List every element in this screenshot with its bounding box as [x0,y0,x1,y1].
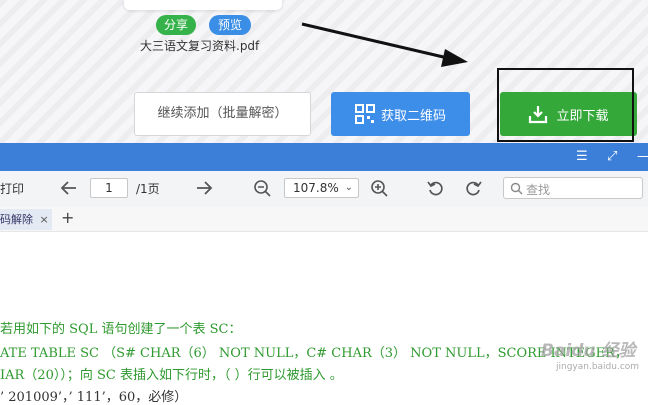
watermark-url: jingyan.baidu.com [556,362,640,372]
zoom-in-icon[interactable] [370,179,389,198]
fullscreen-icon[interactable]: ⤢ [607,150,617,164]
menu-icon[interactable]: ☰ [576,150,588,164]
rotate-right-icon[interactable] [464,179,482,197]
doc-line: IAR（20））；向 SC 表插入如下行时，（ ）行可以被插入 。 [0,368,343,383]
tab-label: 码解除 [0,213,33,226]
next-page-icon[interactable] [195,180,213,196]
doc-line: 若用如下的 SQL 语句创建了一个表 SC： [0,322,242,337]
doc-line: ATE TABLE SC （S# CHAR（6） NOT NULL，C# CHA… [0,346,628,361]
search-placeholder: 查找 [526,183,551,197]
rotate-left-icon[interactable] [427,179,445,197]
zoom-select[interactable]: 107.8% ⌄ [284,178,359,198]
zoom-value: 107.8% [293,181,339,195]
tab-document[interactable]: 码解除 × [0,209,52,230]
minimize-icon[interactable]: — [637,150,648,164]
page-total: /1页 [136,182,160,196]
continue-add-button[interactable]: 继续添加（批量解密） [134,92,311,136]
highlight-box [497,68,634,142]
prev-page-icon[interactable] [60,180,78,196]
get-qrcode-button[interactable]: 获取二维码 [331,92,470,136]
tab-bar [0,207,648,232]
search-icon [510,182,523,195]
page-number-input[interactable]: 1 [90,178,128,198]
zoom-out-icon[interactable] [253,179,272,198]
watermark-logo: Baidu 经验 [541,341,636,361]
chevron-down-icon: ⌄ [344,182,353,193]
viewer-titlebar [0,143,648,171]
qrcode-icon [354,104,375,124]
tab-close-icon[interactable]: × [40,213,49,226]
doc-line: ’ 201009’，’ 111’，60，必修） [0,390,188,405]
get-qrcode-label: 获取二维码 [380,108,446,124]
print-button[interactable]: 打印 [0,180,24,197]
tab-add-button[interactable]: + [61,208,74,227]
search-input[interactable]: 查找 [503,177,643,199]
